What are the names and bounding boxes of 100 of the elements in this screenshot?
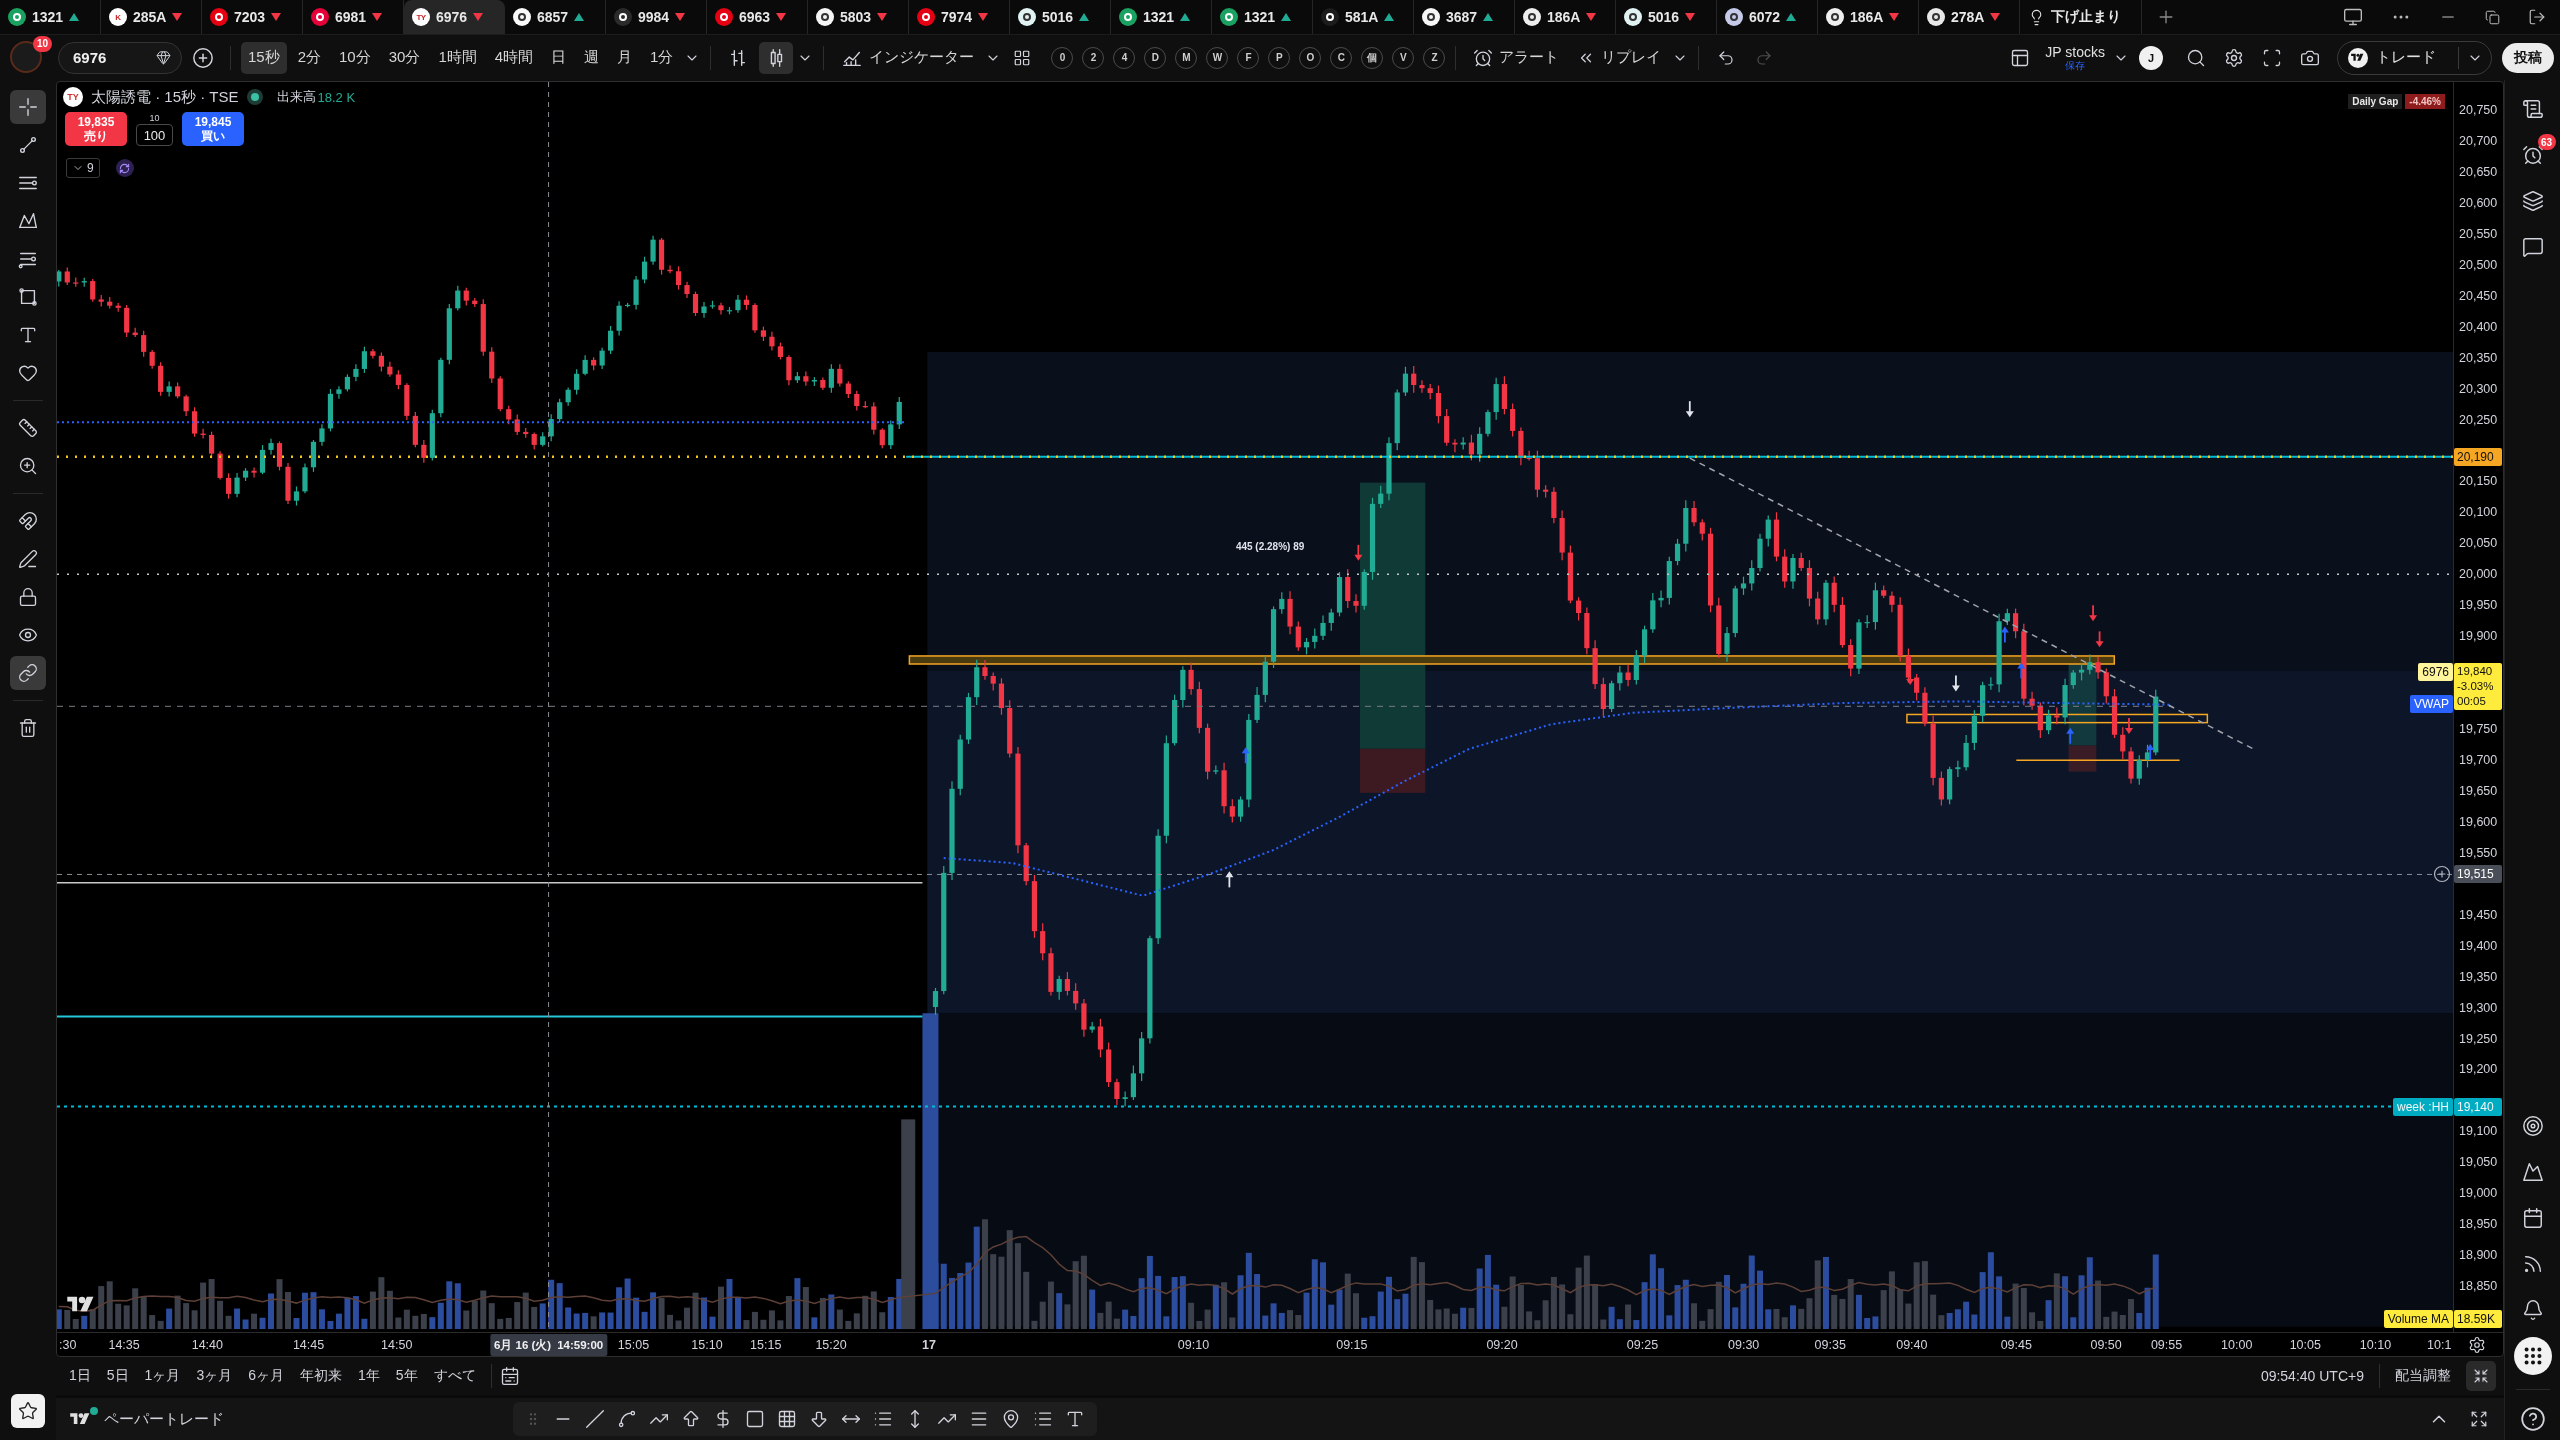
settings-icon[interactable] [2468,1336,2486,1354]
link-tool-button[interactable] [10,656,46,690]
candles-style-button[interactable] [759,41,794,74]
price-label: 18,950 [2459,1216,2498,1233]
price-label: 20,300 [2459,380,2498,397]
indicators-button[interactable]: インジケーター [834,41,982,74]
price-label: 19,200 [2459,1061,2498,1078]
time-label: 10:1 [2427,1337,2452,1353]
interval-button[interactable]: 日 [544,41,574,74]
exit-icon[interactable] [2528,8,2546,26]
interval-button[interactable]: 10分 [332,41,378,74]
time-label: 09:20 [1486,1337,1518,1353]
up-arrow-icon[interactable] [681,1409,701,1429]
range-button[interactable]: 1日 [62,1362,98,1390]
text-icon [18,325,38,345]
magnet-icon [18,511,38,531]
indicator-tag: VWAP [2410,695,2453,714]
plus-circle-icon[interactable] [2433,865,2451,884]
user-avatar[interactable]: J [2139,45,2163,70]
range-button[interactable]: 1年 [351,1362,387,1390]
grid-icon[interactable] [1013,48,1032,67]
interval-button[interactable]: 週 [577,41,607,74]
interval-button[interactable]: 2分 [290,41,329,74]
layout-name: JP stocks [2045,43,2105,60]
publish-button[interactable]: 投稿 [2502,42,2554,73]
restore-icon[interactable] [2485,9,2500,25]
company-logo: K [109,8,127,26]
price-label: 20,050 [2459,535,2498,552]
grid-icon[interactable] [777,1409,797,1429]
crosshair-tool-button[interactable] [10,90,46,124]
range-button[interactable]: 1ヶ月 [137,1362,188,1390]
time-label: 14:45 [292,1337,325,1353]
range-button[interactable]: 5日 [99,1362,136,1390]
pencil-icon [18,549,38,569]
down-arrow-icon [1354,543,1363,561]
lock-icon [18,587,38,607]
company-logo: TY [412,8,430,26]
gap-value: -4.46% [2405,94,2445,109]
price-label: 20,100 [2459,504,2498,521]
range-button[interactable]: すべて [426,1362,483,1390]
price-label: 18,900 [2459,1247,2498,1264]
measure-label: 445 (2.28%) 89 [1235,541,1305,553]
interval-button[interactable]: 1時間 [431,41,484,74]
expand-icon[interactable] [2470,1410,2488,1428]
diagonal-line-icon[interactable] [585,1409,605,1429]
buy-button[interactable]: 19,845 買い [182,112,244,146]
settings-icon[interactable] [2224,47,2244,68]
interval-button[interactable]: 30分 [381,41,428,74]
price-label: 20,150 [2459,473,2498,490]
tab[interactable]: TY 6976 [404,0,505,34]
timezone-button[interactable]: 09:54:40 UTC+9 [2253,1362,2371,1390]
text-icon[interactable] [1065,1409,1085,1429]
ruler-icon [18,418,38,438]
collapse-button[interactable] [2466,1361,2496,1391]
sync-icon[interactable] [115,159,134,177]
count-badge: 63 [2537,134,2556,150]
sell-button[interactable]: 19,835 売り [65,112,127,146]
indicator-toggle-button[interactable]: 9 [66,158,100,178]
price-label: 20,000 [2459,566,2498,583]
calendar-range-icon[interactable] [499,1366,520,1386]
down-arrow-icon [1951,674,1960,692]
up-arrow-icon [1225,871,1234,889]
diamond-icon[interactable] [156,50,171,65]
quantity-field[interactable]: 100 [136,124,173,146]
alert-button[interactable]: アラート [1466,41,1567,74]
fullscreen-icon[interactable] [2262,47,2282,68]
range-button[interactable]: 6ヶ月 [241,1362,291,1390]
calendar-icon [2521,1207,2544,1229]
time-label: 09:10 [1177,1337,1210,1353]
volume-tag: 18.59K [2454,1309,2502,1328]
favorites-button[interactable] [11,1394,45,1428]
symbol-search-field[interactable]: 6976 [58,41,182,74]
undo-icon[interactable] [1717,48,1736,67]
up-arrow-icon [2146,744,2155,761]
pin-icon[interactable] [1001,1409,1021,1429]
adjustment-button[interactable]: 配当調整 [2388,1362,2458,1390]
notification-badge: 10 [32,35,52,52]
range-button[interactable]: 5年 [388,1362,425,1390]
curve-icon[interactable] [617,1409,637,1429]
interval-button[interactable]: 月 [610,41,640,74]
price-label: 19,050 [2459,1154,2498,1171]
monitor-icon[interactable] [2343,7,2363,27]
add-symbol-icon[interactable] [192,46,214,69]
replay-button[interactable]: リプレイ [1570,41,1669,74]
search-icon[interactable] [2186,47,2206,68]
interval-button[interactable]: 1分 [643,41,681,74]
help-icon[interactable] [2519,1406,2546,1432]
price-tag: 19,140 [2454,1097,2502,1116]
interval-button[interactable]: 4時間 [487,41,541,74]
panel-title[interactable]: ペーパートレード [104,1409,224,1429]
range-button[interactable]: 年初来 [293,1362,349,1390]
crosshair-date: 6月 16 (火) [493,1337,552,1353]
apps-button[interactable] [2513,1337,2552,1375]
down-arrow-icon[interactable] [809,1409,829,1429]
price-label: 19,650 [2459,782,2498,799]
range-button[interactable]: 3ヶ月 [189,1362,240,1390]
square-icon[interactable] [745,1409,765,1429]
interval-button[interactable]: 15秒 [241,41,287,74]
layout-icon[interactable] [2010,47,2031,68]
layout-button[interactable]: JP stocks 保存 [2041,39,2109,76]
